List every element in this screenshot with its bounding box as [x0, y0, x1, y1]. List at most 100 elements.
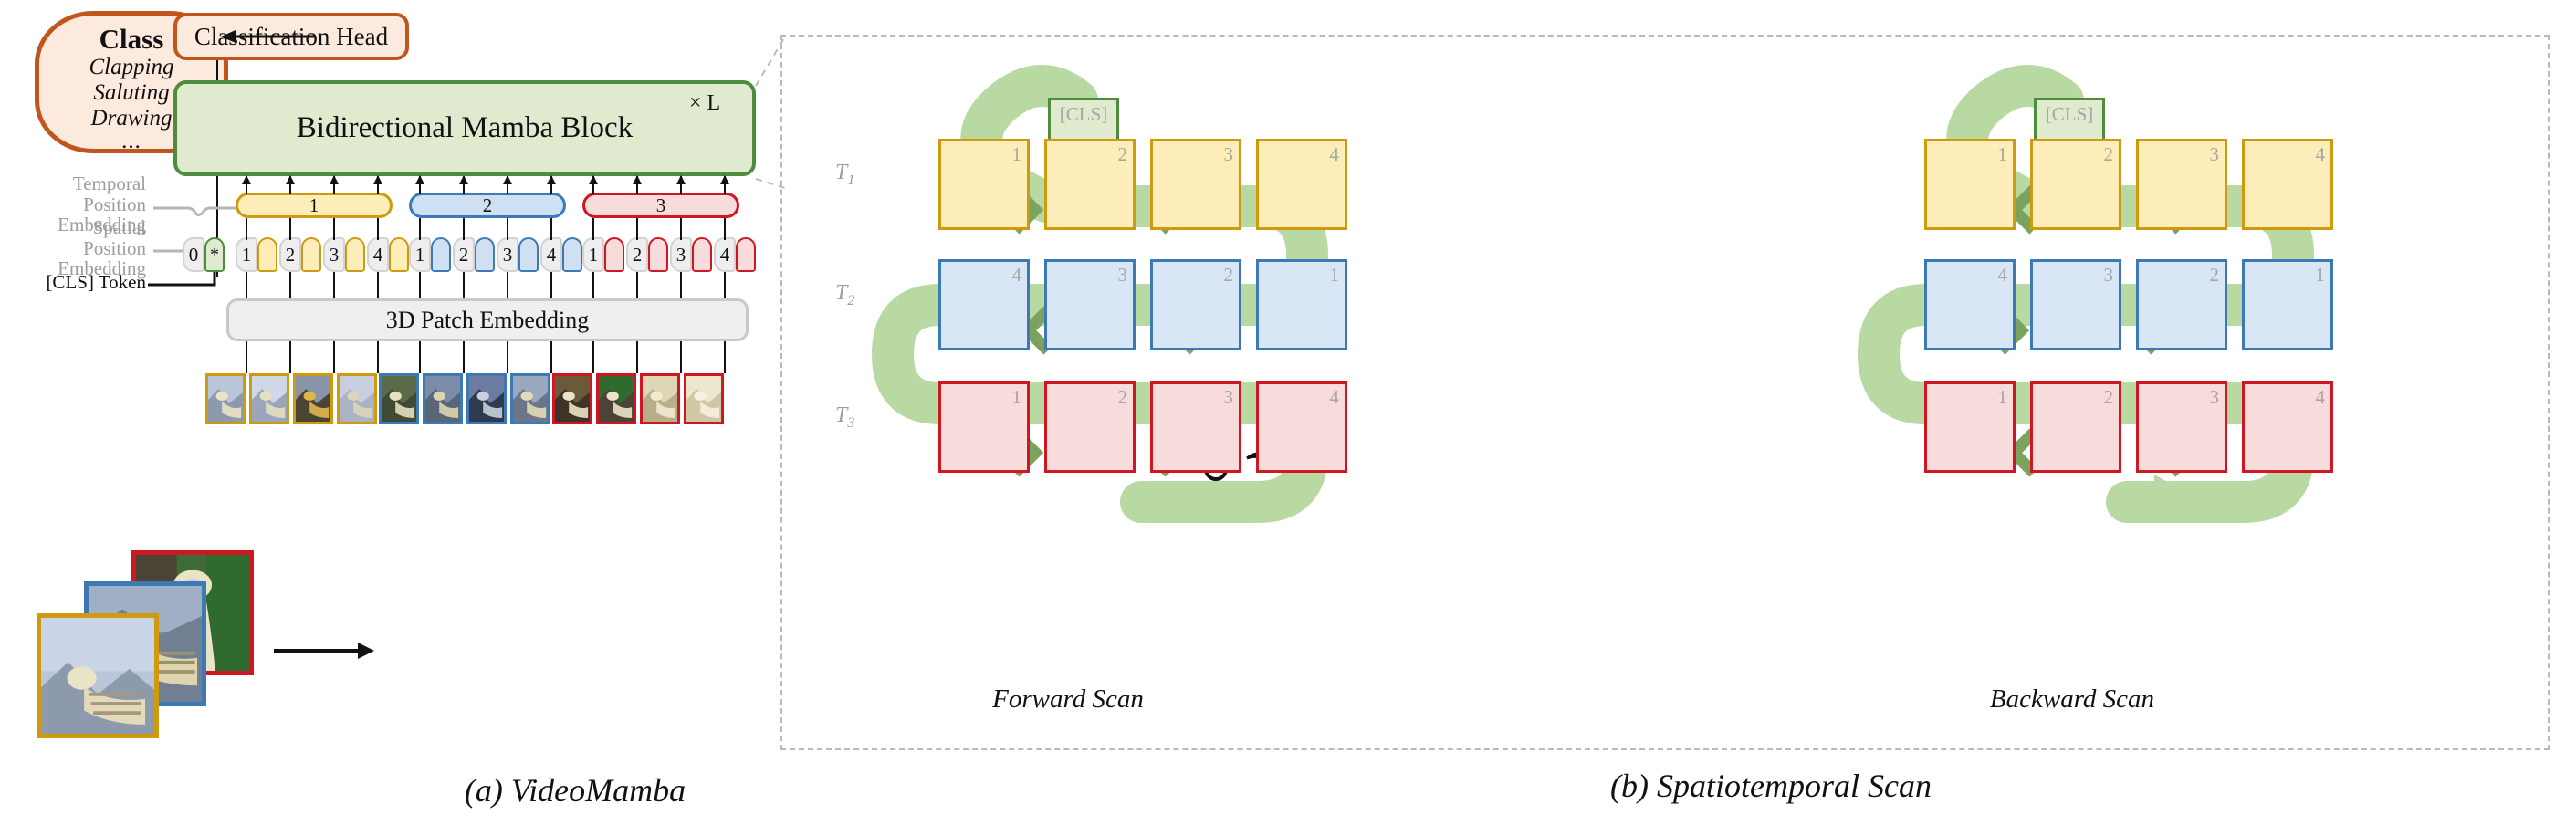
class-arrow-icon [221, 30, 315, 43]
scan-cell: 3 [1150, 381, 1241, 473]
mamba-block-repeat-label: × L [689, 91, 721, 115]
temporal-pill-1: 1 [236, 193, 393, 218]
scan-cell-index: 1 [1997, 386, 2008, 408]
scan-cell-index: 1 [1329, 264, 1340, 286]
class-item-2: Drawing [90, 106, 173, 131]
token-index: 4 [540, 237, 562, 272]
patch-frame [510, 373, 550, 424]
scan-cell: 4 [2242, 381, 2333, 473]
class-title: Class [99, 23, 164, 56]
scan-cell-index: 3 [2209, 143, 2220, 165]
token-pos-embed [518, 237, 539, 272]
scan-cell-index: 2 [1117, 143, 1128, 165]
token-index: 1 [409, 237, 431, 272]
patch-frame [596, 373, 636, 424]
backward-scan-caption: Backward Scan [1989, 684, 2155, 714]
patch-frame [640, 373, 680, 424]
scan-cell: 2 [1044, 139, 1136, 230]
token-pos-embed [257, 237, 277, 272]
pill-to-token-line [419, 218, 421, 240]
cls-token-capsule: 0 * [183, 237, 225, 272]
token-pos-embed [562, 237, 582, 272]
pill-to-token-line [377, 218, 379, 240]
scan-cell: 1 [938, 139, 1030, 230]
pill-to-token-line [592, 218, 594, 240]
scan-cell-index: 3 [2209, 386, 2220, 408]
token-index: 2 [279, 237, 301, 272]
cls-token-index: 0 [183, 237, 204, 272]
scan-cell: 3 [1044, 259, 1136, 350]
scan-cell: 1 [1256, 259, 1347, 350]
token-to-block-arrow [720, 175, 729, 194]
scan-cell: 3 [2136, 381, 2227, 473]
token-to-block-arrow [330, 175, 339, 194]
token-capsule: 2 [279, 237, 321, 272]
scan-cell-index: 4 [1329, 386, 1340, 408]
token-to-block-arrow [503, 175, 512, 194]
token-index: 2 [453, 237, 475, 272]
pill-to-token-line [289, 218, 291, 240]
scan-cell-index: 3 [1223, 386, 1234, 408]
token-to-patchembed-line [592, 272, 594, 299]
token-index: 3 [670, 237, 692, 272]
token-capsule: 4 [367, 237, 409, 272]
token-capsule: 1 [582, 237, 624, 272]
scan-cell: 4 [938, 259, 1030, 350]
scan-cell: 4 [1256, 381, 1347, 473]
class-item-0: Clapping [89, 55, 174, 80]
token-capsule: 3 [497, 237, 539, 272]
temporal-pill-3: 3 [582, 193, 739, 218]
token-pos-embed [301, 237, 321, 272]
scan-cell-index: 1 [2315, 264, 2326, 286]
patch-frame [423, 373, 463, 424]
scan-cell-index: 4 [1011, 264, 1022, 286]
scan-cell-index: 3 [1117, 264, 1128, 286]
token-to-block-arrow [676, 175, 686, 194]
token-to-patchembed-line [377, 272, 379, 299]
scan-cell: 3 [2136, 139, 2227, 230]
patchembed-to-frame-line [592, 340, 594, 373]
token-to-patchembed-line [333, 272, 335, 299]
patchembed-to-frame-line [333, 340, 335, 373]
patchembed-to-frame-line [463, 340, 465, 373]
scan-cell-index: 2 [2209, 264, 2220, 286]
zoom-connector-lines [755, 36, 786, 189]
scan-cell-index: 1 [1011, 386, 1022, 408]
scan-cell: 1 [1924, 381, 2016, 473]
patchembed-to-frame-line [636, 340, 638, 373]
token-pos-embed [389, 237, 409, 272]
token-capsule: 2 [453, 237, 495, 272]
pill-to-token-line [507, 218, 508, 240]
patchembed-to-frame-line [507, 340, 508, 373]
patch-frame [684, 373, 724, 424]
token-capsule: 2 [626, 237, 668, 272]
input-frame-yellow [37, 613, 159, 738]
patch-embedding-box: 3D Patch Embedding [226, 298, 749, 341]
caption-b: (b) Spatiotemporal Scan [1610, 768, 1932, 804]
token-to-block-arrow [459, 175, 468, 194]
token-to-patchembed-line [463, 272, 465, 299]
pill-to-token-line [636, 218, 638, 240]
mamba-block-label: Bidirectional Mamba Block [296, 111, 634, 144]
token-to-block-arrow [589, 175, 598, 194]
scan-cell: 1 [938, 381, 1030, 473]
scan-cell: 3 [2030, 259, 2121, 350]
patch-frame [379, 373, 419, 424]
pill-to-token-line [550, 218, 552, 240]
cls-token-star: * [204, 237, 225, 272]
head-to-block-connector [216, 60, 218, 82]
token-to-block-arrow [242, 175, 251, 194]
token-to-patchembed-line [289, 272, 291, 299]
scan-cell: 3 [1150, 139, 1241, 230]
patch-frame [337, 373, 377, 424]
token-pos-embed [692, 237, 712, 272]
spatial-pos-embedding-label: Spatial Position Embedding [58, 216, 146, 280]
patchembed-to-frame-line [419, 340, 421, 373]
scan-cell-index: 2 [2103, 386, 2114, 408]
token-pos-embed [431, 237, 451, 272]
token-index: 1 [236, 237, 257, 272]
scan-cell: 4 [1256, 139, 1347, 230]
scan-cell: 2 [2136, 259, 2227, 350]
scan-cell: 1 [2242, 259, 2333, 350]
scan-cell-index: 3 [1223, 143, 1234, 165]
